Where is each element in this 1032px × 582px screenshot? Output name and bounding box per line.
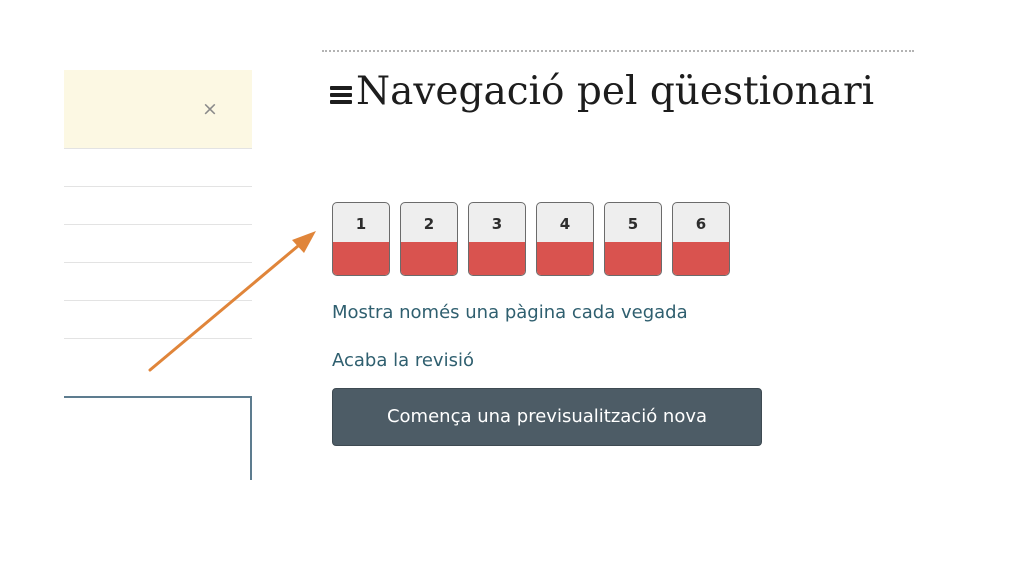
question-button-2[interactable]: 2 <box>400 202 458 276</box>
incorrect-state-indicator <box>401 242 457 275</box>
start-new-preview-button[interactable]: Comença una previsualització nova <box>332 388 762 446</box>
question-number: 2 <box>423 215 435 233</box>
left-panel: × <box>64 70 252 370</box>
incorrect-state-indicator <box>605 242 661 275</box>
list-row <box>64 187 252 225</box>
divider <box>322 50 914 52</box>
question-button-1[interactable]: 1 <box>332 202 390 276</box>
question-button-4[interactable]: 4 <box>536 202 594 276</box>
question-button-3[interactable]: 3 <box>468 202 526 276</box>
content-box <box>64 396 252 480</box>
question-number: 3 <box>491 215 503 233</box>
block-title-text: Navegació pel qüestionari <box>356 69 875 114</box>
question-button-6[interactable]: 6 <box>672 202 730 276</box>
block-title: Navegació pel qüestionari <box>330 68 890 116</box>
hamburger-icon[interactable] <box>330 86 352 104</box>
alert-header: × <box>64 70 252 149</box>
incorrect-state-indicator <box>469 242 525 275</box>
question-button-5[interactable]: 5 <box>604 202 662 276</box>
question-number: 5 <box>627 215 639 233</box>
question-number: 4 <box>559 215 571 233</box>
list-row <box>64 225 252 263</box>
finish-review-link[interactable]: Acaba la revisió <box>332 350 474 371</box>
list-row <box>64 149 252 187</box>
close-icon[interactable]: × <box>200 98 220 120</box>
list-row <box>64 263 252 301</box>
show-one-page-link[interactable]: Mostra només una pàgina cada vegada <box>332 302 688 323</box>
incorrect-state-indicator <box>673 242 729 275</box>
list-row <box>64 301 252 339</box>
incorrect-state-indicator <box>333 242 389 275</box>
list-row <box>64 339 252 370</box>
question-number: 1 <box>355 215 367 233</box>
question-number: 6 <box>695 215 707 233</box>
incorrect-state-indicator <box>537 242 593 275</box>
